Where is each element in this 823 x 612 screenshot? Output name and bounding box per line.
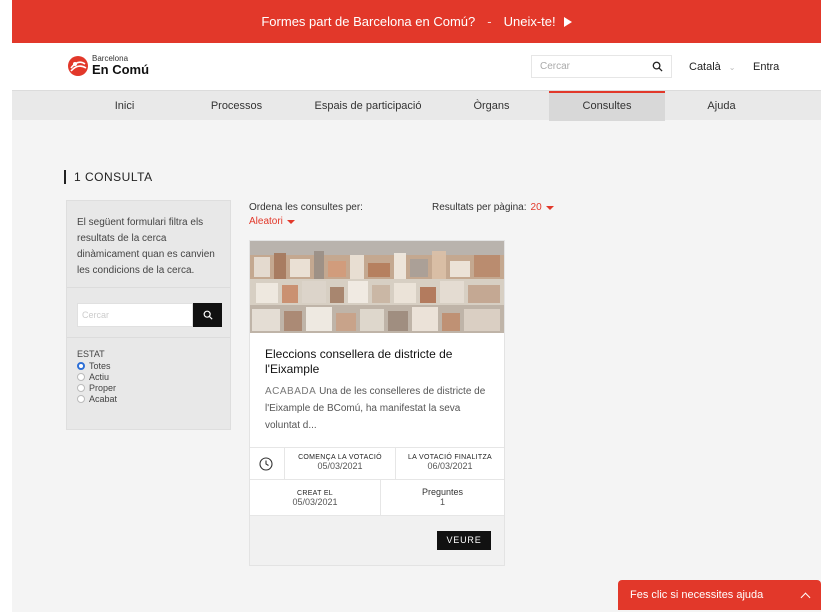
header: Barcelona En Comú Cercar Català ⌄ Entra bbox=[12, 43, 821, 90]
nav-item-processos[interactable]: Processos bbox=[187, 91, 286, 121]
language-selector[interactable]: Català ⌄ bbox=[689, 61, 736, 73]
logo-text: Barcelona En Comú bbox=[92, 54, 149, 77]
vote-end: LA VOTACIÓ FINALITZA 06/03/2021 bbox=[395, 448, 504, 479]
logo[interactable]: Barcelona En Comú bbox=[67, 54, 149, 77]
join-banner[interactable]: Formes part de Barcelona en Comú? - Unei… bbox=[12, 0, 821, 43]
vote-end-label: LA VOTACIÓ FINALITZA bbox=[407, 454, 493, 461]
state-option-label: Proper bbox=[89, 382, 117, 393]
state-option-totes[interactable]: Totes bbox=[77, 360, 117, 371]
sort-dropdown[interactable]: Aleatori bbox=[249, 216, 363, 227]
login-link[interactable]: Entra bbox=[753, 61, 779, 73]
caret-down-icon[interactable] bbox=[545, 205, 554, 210]
card-footer: VEURE bbox=[250, 516, 504, 565]
join-link-label: Uneix-te! bbox=[503, 14, 556, 29]
vote-start-label: COMENÇA LA VOTACIÓ bbox=[298, 454, 382, 461]
filter-search: Cercar bbox=[77, 303, 222, 327]
state-option-actiu[interactable]: Actiu bbox=[77, 371, 117, 382]
sort-value: Aleatori bbox=[249, 216, 283, 227]
page: Formes part de Barcelona en Comú? - Unei… bbox=[12, 0, 821, 612]
card-dates: COMENÇA LA VOTACIÓ 05/03/2021 LA VOTACIÓ… bbox=[250, 447, 504, 480]
chevron-up-icon[interactable] bbox=[800, 592, 811, 602]
help-text: Fes clic si necessites ajuda bbox=[630, 589, 764, 601]
header-search-input[interactable]: Cercar bbox=[531, 55, 672, 78]
chevron-down-icon: ⌄ bbox=[728, 62, 736, 72]
filter-panel: El següent formulari filtra els resultat… bbox=[66, 200, 231, 430]
card-meta: CREAT EL 05/03/2021 Preguntes 1 bbox=[250, 480, 504, 516]
main-nav: Inici Processos Espais de participació Ò… bbox=[12, 90, 821, 121]
state-option-acabat[interactable]: Acabat bbox=[77, 393, 117, 404]
nav-item-inici[interactable]: Inici bbox=[75, 91, 174, 121]
clock-icon bbox=[259, 457, 273, 471]
state-option-label: Actiu bbox=[89, 371, 110, 382]
vote-start-value: 05/03/2021 bbox=[317, 461, 363, 471]
per-page-dropdown[interactable]: 20 bbox=[531, 202, 542, 213]
banner-text: Formes part de Barcelona en Comú? bbox=[261, 14, 476, 29]
filter-description: El següent formulari filtra els resultat… bbox=[77, 217, 215, 276]
viewport: Formes part de Barcelona en Comú? - Unei… bbox=[0, 0, 823, 612]
divider bbox=[67, 337, 230, 338]
sort-label: Ordena les consultes per: bbox=[249, 202, 363, 213]
card-status: ACABADA bbox=[265, 386, 317, 397]
header-search-placeholder: Cercar bbox=[540, 61, 571, 72]
radio-icon[interactable] bbox=[77, 372, 85, 381]
radio-icon[interactable] bbox=[77, 383, 85, 392]
questions-label: Preguntes bbox=[421, 487, 464, 497]
radio-icon[interactable] bbox=[77, 394, 85, 403]
questions-count: Preguntes 1 bbox=[380, 480, 504, 515]
sort-control: Ordena les consultes per: Aleatori bbox=[249, 202, 363, 227]
results-count-label: 1 CONSULTA bbox=[74, 170, 153, 184]
questions-value: 1 bbox=[439, 497, 445, 507]
per-page-label: Resultats per pàgina: bbox=[432, 202, 527, 213]
vote-end-value: 06/03/2021 bbox=[427, 461, 473, 471]
filter-search-button[interactable] bbox=[193, 303, 222, 327]
state-filter-title: ESTAT bbox=[77, 349, 105, 359]
nav-item-ajuda[interactable]: Ajuda bbox=[672, 91, 771, 121]
results-count: 1 CONSULTA bbox=[64, 170, 153, 184]
state-option-label: Totes bbox=[89, 360, 111, 371]
consultation-card: Eleccions consellera de districte de l'E… bbox=[249, 240, 505, 566]
help-widget[interactable]: Fes clic si necessites ajuda bbox=[618, 580, 821, 610]
nav-item-espais[interactable]: Espais de participació bbox=[293, 91, 443, 121]
divider bbox=[67, 287, 230, 288]
nav-item-consultes[interactable]: Consultes bbox=[549, 91, 665, 121]
logo-icon bbox=[68, 55, 88, 76]
join-link[interactable]: Uneix-te! bbox=[504, 14, 572, 29]
play-arrow-icon bbox=[563, 16, 572, 27]
filter-search-input[interactable]: Cercar bbox=[77, 303, 193, 327]
card-title[interactable]: Eleccions consellera de districte de l'E… bbox=[265, 347, 495, 377]
state-option-proper[interactable]: Proper bbox=[77, 382, 117, 393]
see-button[interactable]: VEURE bbox=[437, 531, 491, 550]
card-excerpt: ACABADA Una de les conselleres de distri… bbox=[265, 383, 497, 434]
banner-separator: - bbox=[487, 14, 492, 29]
per-page-control: Resultats per pàgina: 20 bbox=[432, 202, 554, 213]
radio-selected-icon[interactable] bbox=[77, 361, 85, 370]
state-filter-options: Totes Actiu Proper Acabat bbox=[77, 360, 117, 404]
card-image[interactable] bbox=[250, 241, 504, 333]
search-icon bbox=[203, 310, 213, 320]
language-label: Català bbox=[689, 61, 721, 73]
city-rooftops-image bbox=[250, 241, 504, 333]
count-accent-bar bbox=[64, 170, 66, 184]
logo-line-2: En Comú bbox=[92, 62, 150, 77]
created-label: CREAT EL bbox=[297, 490, 333, 497]
search-icon[interactable] bbox=[652, 61, 663, 72]
created-date: CREAT EL 05/03/2021 bbox=[250, 480, 380, 515]
nav-item-organs[interactable]: Òrgans bbox=[442, 91, 541, 121]
created-value: 05/03/2021 bbox=[292, 497, 338, 507]
caret-down-icon bbox=[286, 219, 295, 224]
vote-start: COMENÇA LA VOTACIÓ 05/03/2021 bbox=[284, 448, 395, 479]
state-option-label: Acabat bbox=[89, 393, 118, 404]
